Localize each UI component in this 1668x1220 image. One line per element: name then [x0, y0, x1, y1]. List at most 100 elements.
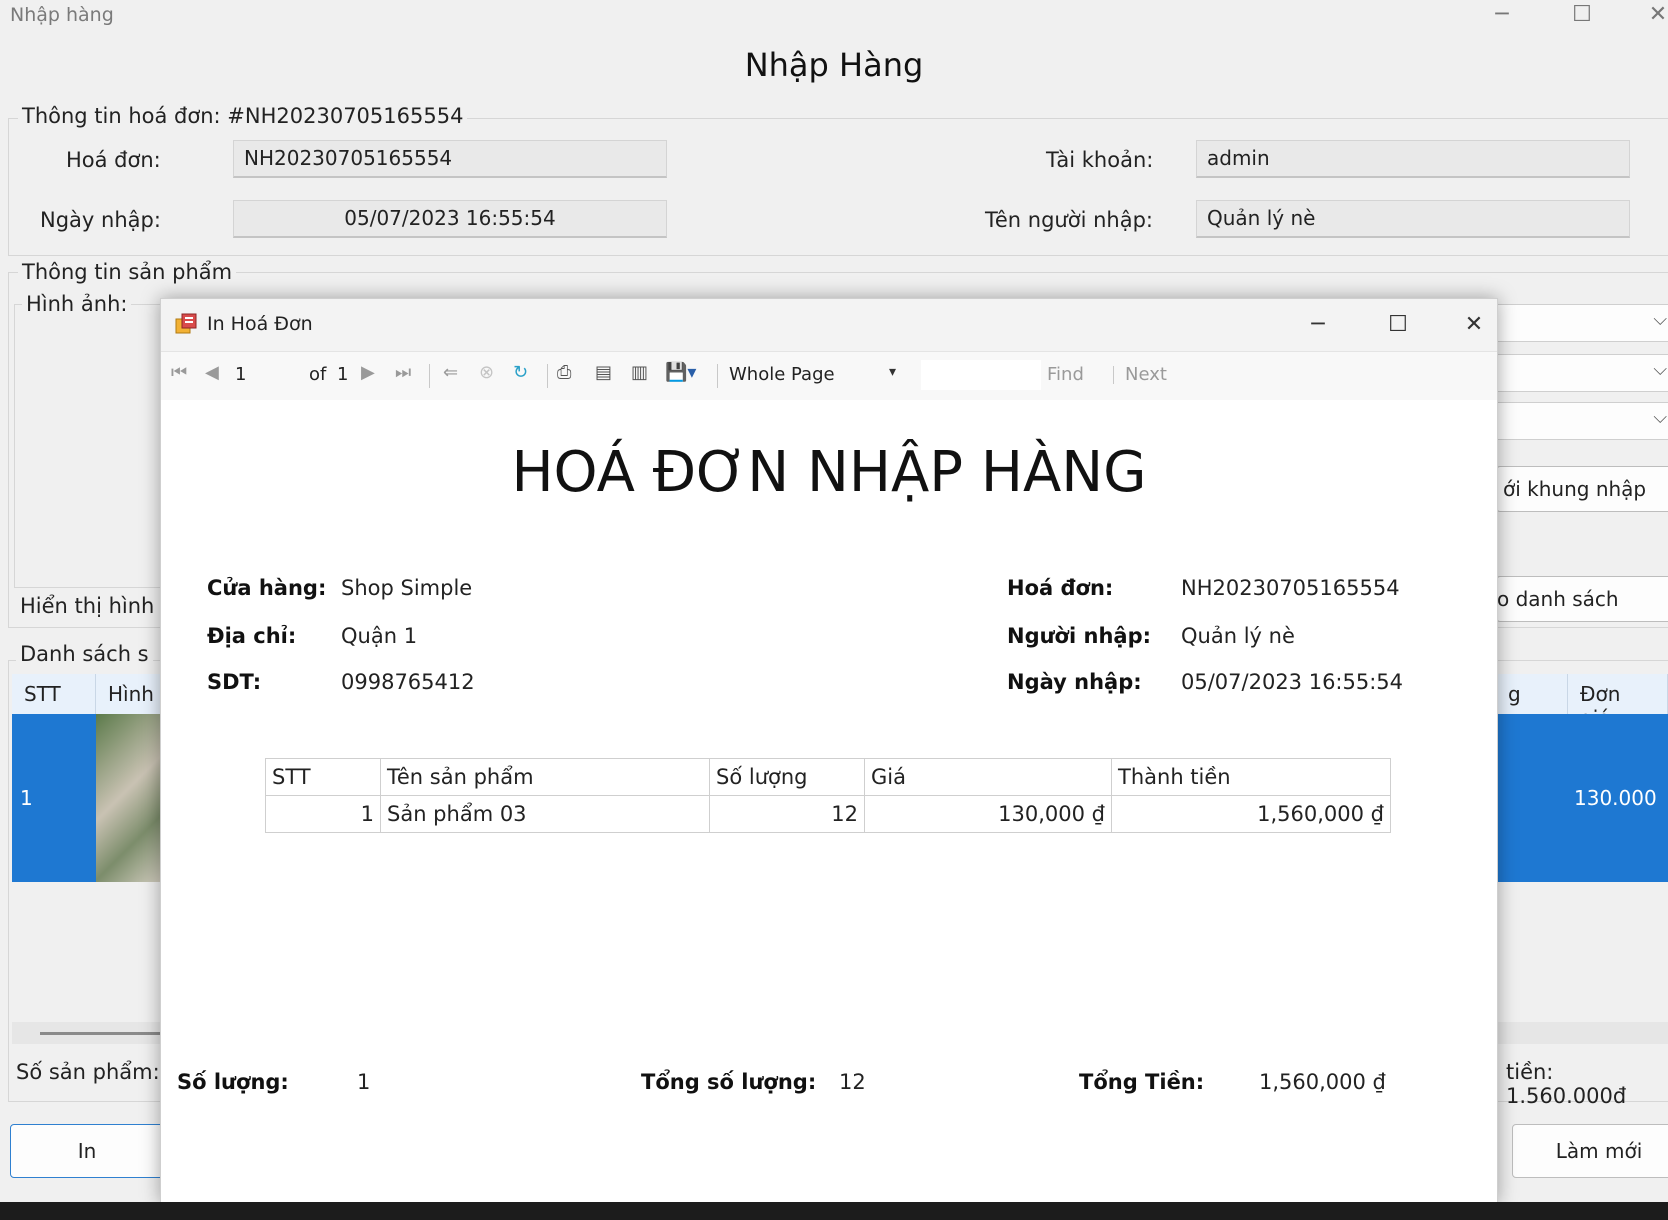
total-qty-label: Tổng số lượng: — [641, 1070, 817, 1094]
print-invoice-dialog: In Hoá Đơn ─ ☐ ✕ ⏮ ◀ 1 of 1 ▶ ⏭ ⇐ ⊗ ↻ ⎙ … — [160, 298, 1498, 1204]
stop-icon[interactable]: ⊗ — [479, 362, 494, 383]
report-app-icon — [175, 313, 197, 335]
minimize-button[interactable]: ─ — [1472, 0, 1532, 30]
account-label: Tài khoản: — [1046, 148, 1154, 172]
list-legend: Danh sách s — [16, 642, 153, 666]
grid-cell-stt[interactable]: 1 — [12, 714, 96, 882]
date-label: Ngày nhập: — [40, 208, 161, 232]
table-cell-total: 1,560,000 ₫ — [1111, 795, 1391, 833]
account-field[interactable]: admin — [1196, 140, 1630, 178]
previous-page-icon[interactable]: ◀ — [205, 362, 219, 383]
first-page-icon[interactable]: ⏮ — [171, 362, 187, 383]
table-header-price: Giá — [864, 758, 1112, 796]
report-importer-value: Quản lý nè — [1181, 624, 1295, 648]
next-page-icon[interactable]: ▶ — [361, 362, 375, 383]
table-cell-price: 130,000 ₫ — [864, 795, 1112, 833]
close-icon: ✕ — [1464, 312, 1484, 337]
grid-cell-qty[interactable] — [1496, 714, 1568, 882]
toolbar-separator — [1113, 366, 1114, 384]
supplier-combo[interactable]: ⌵ — [1496, 402, 1668, 440]
grid-cell-price[interactable]: 130.000 — [1568, 714, 1668, 882]
importer-label: Tên người nhập: — [985, 208, 1153, 232]
page-setup-icon[interactable]: ▥ — [631, 362, 648, 383]
address-label: Địa chỉ: — [207, 624, 297, 648]
chevron-down-icon: ⌵ — [1653, 407, 1667, 428]
refresh-icon[interactable]: ↻ — [513, 362, 528, 383]
table-header-total: Thành tiền — [1111, 758, 1391, 796]
toolbar-separator — [547, 364, 548, 388]
zoom-select[interactable]: Whole Page ▾ — [727, 360, 907, 390]
find-input[interactable] — [921, 360, 1041, 390]
print-button[interactable]: In — [10, 1124, 164, 1178]
dialog-close-button[interactable]: ✕ — [1449, 307, 1499, 343]
scrollbar-thumb[interactable] — [40, 1032, 170, 1035]
maximize-button[interactable]: ☐ — [1552, 0, 1612, 30]
store-label: Cửa hàng: — [207, 576, 327, 600]
close-icon: ✕ — [1648, 2, 1668, 27]
add-to-list-button[interactable]: o danh sách — [1496, 576, 1668, 622]
product-thumbnail — [96, 714, 166, 882]
table-header-stt: STT — [265, 758, 381, 796]
print-icon[interactable]: ⎙ — [557, 362, 571, 383]
of-label: of — [309, 364, 327, 385]
invoice-field[interactable]: NH20230705165554 — [233, 140, 667, 178]
report-date-value: 05/07/2023 16:55:54 — [1181, 670, 1404, 694]
image-box — [14, 304, 166, 588]
last-page-icon[interactable]: ⏭ — [395, 362, 411, 383]
table-header-row: STT Tên sản phẩm Số lượng Giá Thành tiền — [265, 758, 1391, 796]
next-button[interactable]: Next — [1125, 364, 1167, 385]
phone-label: SDT: — [207, 670, 262, 694]
print-layout-icon[interactable]: ▤ — [595, 362, 612, 383]
phone-value: 0998765412 — [341, 670, 475, 694]
category-combo[interactable]: ⌵ — [1496, 354, 1668, 392]
dialog-titlebar: In Hoá Đơn ─ ☐ ✕ — [161, 299, 1497, 351]
total-amount-label: tiền: 1.560.000đ — [1506, 1060, 1627, 1108]
back-icon[interactable]: ⇐ — [443, 362, 458, 383]
qty-label: Số lượng: — [177, 1070, 289, 1094]
grand-total-label: Tổng Tiền: — [1079, 1070, 1205, 1094]
report-invoice-label: Hoá đơn: — [1007, 576, 1114, 600]
table-header-name: Tên sản phẩm — [380, 758, 710, 796]
show-image-label[interactable]: Hiển thị hình — [20, 594, 154, 618]
store-value: Shop Simple — [341, 576, 473, 600]
table-cell-qty: 12 — [709, 795, 865, 833]
column-header-image[interactable]: Hình — [96, 674, 166, 714]
product-count-label: Số sản phẩm: — [16, 1060, 160, 1084]
total-qty-value: 12 — [839, 1070, 866, 1094]
reset-button[interactable]: Làm mới — [1512, 1124, 1668, 1178]
dialog-minimize-button[interactable]: ─ — [1293, 307, 1343, 343]
refresh-frame-button[interactable]: ới khung nhập — [1496, 466, 1668, 512]
toolbar-separator — [429, 364, 430, 388]
product-combo[interactable]: ⌵ — [1496, 304, 1668, 342]
date-field[interactable]: 05/07/2023 16:55:54 — [233, 200, 667, 238]
maximize-icon: ☐ — [1572, 2, 1592, 27]
importer-field[interactable]: Quản lý nè — [1196, 200, 1630, 238]
report-table: STT Tên sản phẩm Số lượng Giá Thành tiền… — [265, 758, 1391, 833]
minimize-icon: ─ — [1495, 2, 1509, 27]
maximize-icon: ☐ — [1388, 312, 1408, 337]
column-header-stt[interactable]: STT — [12, 674, 96, 714]
report-toolbar: ⏮ ◀ 1 of 1 ▶ ⏭ ⇐ ⊗ ↻ ⎙ ▤ ▥ 💾▾ Whole Page… — [161, 351, 1497, 401]
column-header-qty[interactable]: g — [1496, 674, 1568, 714]
close-button[interactable]: ✕ — [1628, 0, 1668, 30]
report-invoice-value: NH20230705165554 — [1181, 576, 1400, 600]
minimize-icon: ─ — [1311, 312, 1325, 337]
table-row: 1 Sản phẩm 03 12 130,000 ₫ 1,560,000 ₫ — [265, 795, 1391, 833]
find-button[interactable]: Find — [1047, 364, 1084, 385]
zoom-value: Whole Page — [729, 364, 835, 385]
chevron-down-icon: ⌵ — [1653, 359, 1667, 380]
chevron-down-icon: ⌵ — [1653, 309, 1667, 330]
dialog-maximize-button[interactable]: ☐ — [1373, 307, 1423, 343]
report-page: HOÁ ĐƠN NHẬP HÀNG Cửa hàng: Shop Simple … — [161, 400, 1497, 1202]
current-page-field[interactable]: 1 — [235, 364, 246, 385]
column-header-price[interactable]: Đơn giá — [1568, 674, 1668, 730]
address-value: Quận 1 — [341, 624, 418, 648]
dialog-title: In Hoá Đơn — [207, 313, 313, 335]
grand-total-value: 1,560,000 ₫ — [1259, 1070, 1386, 1094]
image-label: Hình ảnh: — [22, 292, 132, 316]
toolbar-separator — [717, 364, 718, 388]
export-icon[interactable]: 💾▾ — [665, 362, 696, 383]
chevron-down-icon: ▾ — [889, 364, 897, 380]
report-importer-label: Người nhập: — [1007, 624, 1151, 648]
table-cell-name: Sản phẩm 03 — [380, 795, 710, 833]
